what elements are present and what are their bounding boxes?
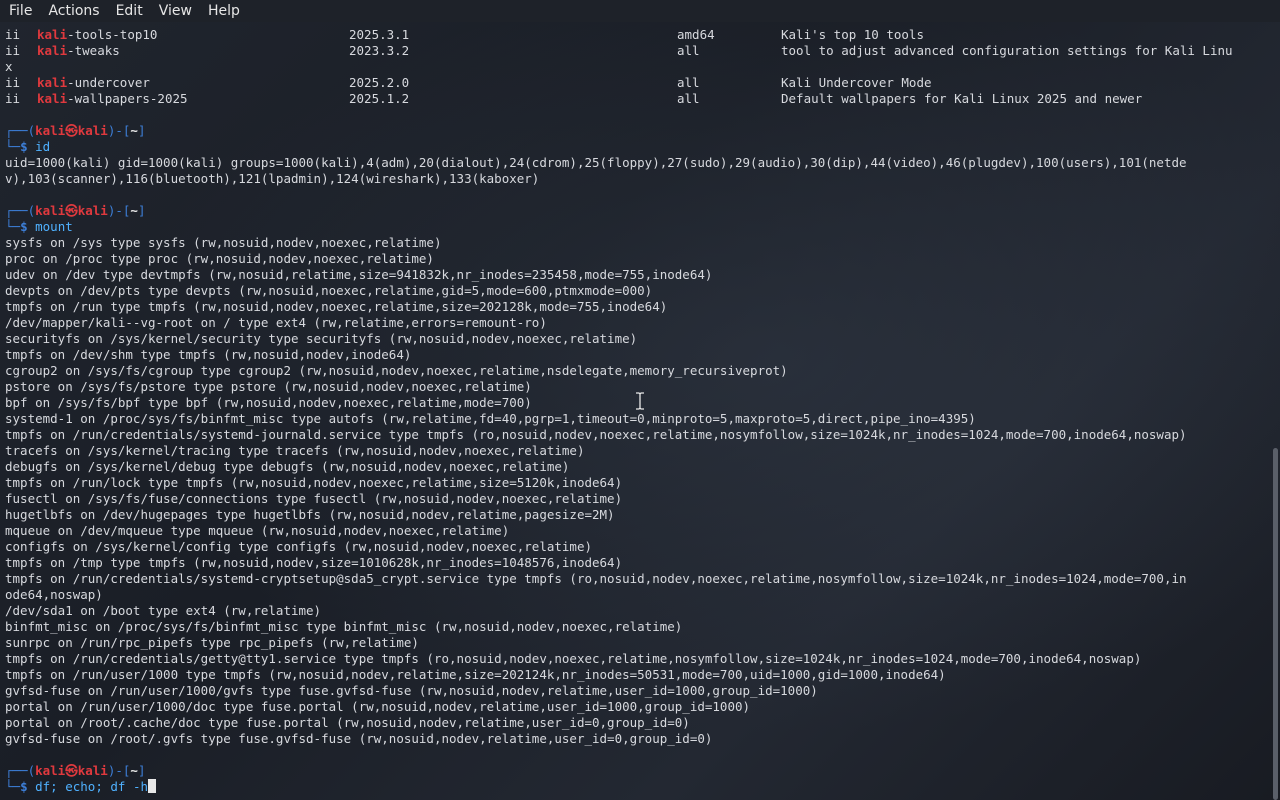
output-line: udev on /dev type devtmpfs (rw,nosuid,re… — [5, 267, 713, 282]
scrollbar[interactable] — [1273, 448, 1278, 800]
menu-actions[interactable]: Actions — [39, 0, 106, 22]
output-line: sunrpc on /run/rpc_pipefs type rpc_pipef… — [5, 635, 419, 650]
wrapped-text: x — [5, 59, 13, 74]
output-line: ode64,noswap) — [5, 587, 103, 602]
prompt-line: ┌──(kali㉿kali)-[~] — [5, 203, 146, 218]
output-line: gvfsd-fuse on /run/user/1000/gvfs type f… — [5, 683, 818, 698]
command-input-line[interactable]: └─$ df; echo; df -h — [0, 779, 1270, 795]
output-line: mqueue on /dev/mqueue type mqueue (rw,no… — [5, 523, 510, 538]
output-line: tmpfs on /dev/shm type tmpfs (rw,nosuid,… — [5, 347, 412, 362]
command-line: └─$ mount — [5, 219, 73, 234]
output-line: tmpfs on /run/user/1000 type tmpfs (rw,n… — [5, 667, 946, 682]
output-line: tmpfs on /run/lock type tmpfs (rw,nosuid… — [5, 475, 623, 490]
menu-edit[interactable]: Edit — [107, 0, 150, 22]
output-line: sysfs on /sys type sysfs (rw,nosuid,node… — [5, 235, 442, 250]
output-line: tmpfs on /run/credentials/systemd-journa… — [5, 427, 1187, 442]
package-row: ii kali-tools-top10 2025.3.1 amd64 Kali's to… — [5, 27, 924, 42]
output-line: cgroup2 on /sys/fs/cgroup type cgroup2 (… — [5, 363, 788, 378]
output-line: gvfsd-fuse on /root/.gvfs type fuse.gvfs… — [5, 731, 713, 746]
output-line: systemd-1 on /proc/sys/fs/binfmt_misc ty… — [5, 411, 976, 426]
menu-view[interactable]: View — [150, 0, 199, 22]
menu-bar: File Actions Edit View Help — [0, 0, 1280, 22]
current-command[interactable]: df; echo; df -h — [35, 779, 148, 794]
output-line: tracefs on /sys/kernel/tracing type trac… — [5, 443, 585, 458]
output-line: /dev/sda1 on /boot type ext4 (rw,relatim… — [5, 603, 322, 618]
output-line: uid=1000(kali) gid=1000(kali) groups=100… — [5, 155, 1187, 170]
output-line: hugetlbfs on /dev/hugepages type hugetlb… — [5, 507, 615, 522]
output-line: proc on /proc type proc (rw,nosuid,nodev… — [5, 251, 434, 266]
output-line: securityfs on /sys/kernel/security type … — [5, 331, 638, 346]
output-line: fusectl on /sys/fs/fuse/connections type… — [5, 491, 623, 506]
output-line: v),103(scanner),116(bluetooth),121(lpadm… — [5, 171, 540, 186]
prompt-line: ┌──(kali㉿kali)-[~] — [5, 123, 146, 138]
mouse-ibeam-icon — [636, 392, 644, 410]
command-line: └─$ id — [5, 139, 51, 154]
menu-file[interactable]: File — [0, 0, 39, 22]
output-line: binfmt_misc on /proc/sys/fs/binfmt_misc … — [5, 619, 683, 634]
package-row: ii kali-undercover 2025.2.0 all Kali Underco… — [5, 75, 932, 90]
output-line: tmpfs on /run type tmpfs (rw,nosuid,node… — [5, 299, 668, 314]
output-line: /dev/mapper/kali--vg-root on / type ext4… — [5, 315, 547, 330]
package-row: ii kali-wallpapers-2025 2025.1.2 all Default… — [5, 91, 1143, 106]
prompt-line: ┌──(kali㉿kali)-[~] — [5, 763, 146, 778]
output-line: devpts on /dev/pts type devpts (rw,nosui… — [5, 283, 653, 298]
package-row: ii kali-tweaks 2023.3.2 all tool to adjust a… — [5, 43, 1233, 58]
terminal-output[interactable]: ii kali-tools-top10 2025.3.1 amd64 Kali's to… — [0, 27, 1270, 800]
menu-help[interactable]: Help — [199, 0, 247, 22]
output-line: configfs on /sys/kernel/config type conf… — [5, 539, 592, 554]
output-line: tmpfs on /tmp type tmpfs (rw,nosuid,node… — [5, 555, 623, 570]
output-line: tmpfs on /run/credentials/systemd-crypts… — [5, 571, 1187, 586]
output-line: portal on /root/.cache/doc type fuse.por… — [5, 715, 690, 730]
output-line: tmpfs on /run/credentials/getty@tty1.ser… — [5, 651, 1142, 666]
output-line: debugfs on /sys/kernel/debug type debugf… — [5, 459, 570, 474]
output-line: portal on /run/user/1000/doc type fuse.p… — [5, 699, 751, 714]
text-cursor — [148, 779, 157, 793]
